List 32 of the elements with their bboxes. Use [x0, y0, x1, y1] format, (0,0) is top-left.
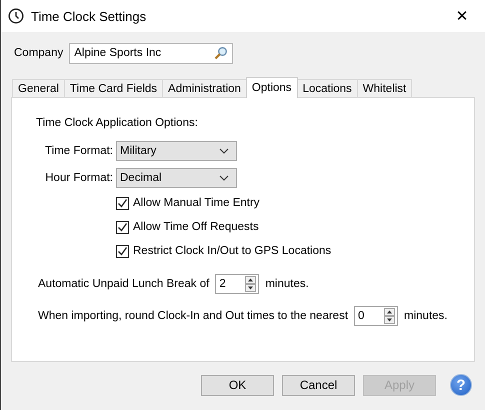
unit-label: minutes. [404, 310, 448, 322]
checkbox[interactable] [116, 220, 129, 234]
checkbox[interactable] [116, 196, 129, 210]
section-heading: Time Clock Application Options: [36, 117, 199, 129]
dialog-button[interactable]: OK [201, 374, 274, 396]
tab[interactable]: Options [246, 77, 298, 98]
dropdown-label: Hour Format: [44, 172, 114, 184]
tab[interactable]: General [12, 79, 65, 97]
window-title: Time Clock Settings [31, 8, 148, 24]
spin-arrows-icon[interactable] [245, 276, 256, 292]
dropdown[interactable]: Decimal [116, 168, 237, 188]
checkbox-label[interactable]: Allow Time Off Requests [133, 221, 259, 233]
close-button[interactable]: ✕ [439, 0, 485, 32]
checkbox[interactable] [116, 244, 129, 258]
company-label: Company [14, 47, 64, 59]
unit-label: minutes. [265, 278, 309, 290]
clock-icon [8, 8, 24, 24]
number-spinner[interactable]: 2 [215, 274, 260, 294]
checkbox-label[interactable]: Allow Manual Time Entry [133, 197, 260, 209]
spinner-label: When importing, round Clock-In and Out times to the nearest [38, 310, 348, 322]
company-field[interactable]: Alpine Sports Inc [69, 42, 234, 64]
dropdown-label: Time Format: [44, 144, 114, 156]
spin-arrows-icon[interactable] [384, 308, 396, 324]
tab[interactable]: Whitelist [356, 79, 412, 97]
dropdown[interactable]: Military [116, 140, 237, 160]
number-spinner[interactable]: 0 [354, 306, 398, 326]
chevron-icon [219, 174, 229, 180]
spinner-label: Automatic Unpaid Lunch Break of [38, 278, 210, 290]
dialog-button[interactable]: Cancel [282, 374, 355, 396]
search-icon[interactable] [214, 46, 228, 60]
chevron-icon [219, 148, 229, 154]
checkbox-label[interactable]: Restrict Clock In/Out to GPS Locations [133, 245, 332, 257]
